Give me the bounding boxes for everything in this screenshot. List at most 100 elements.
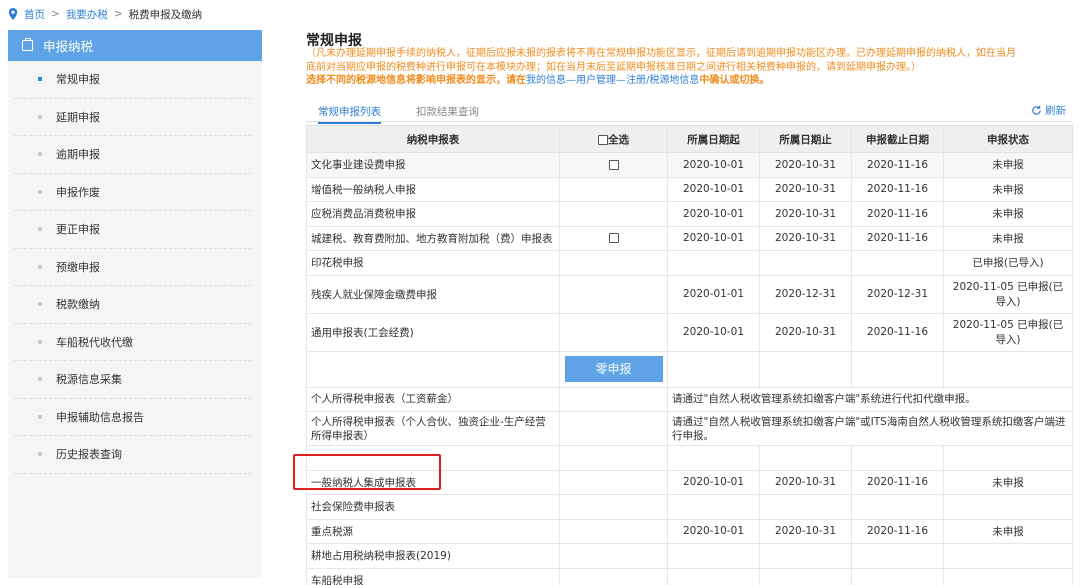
start-date-cell: 2020-10-01 [667,176,760,202]
start-date-cell: 2020-10-01 [667,225,760,251]
sidebar-item[interactable]: 常规申报 [14,61,252,99]
start-date-cell [667,494,760,520]
empty-cell [851,445,944,471]
row-checkbox[interactable] [608,159,619,170]
sidebar-item-label: 预缴申报 [56,260,100,274]
select-all-label: 全选 [608,133,629,146]
select-all-checkbox[interactable] [598,134,608,145]
table-row[interactable]: 城建税、教育费附加、地方教育附加税（费）申报表 2020-10-01 2020-10… [306,225,1073,251]
table-row[interactable]: 耕地占用税纳税申报表(2019) [306,543,1073,569]
table-row[interactable]: 个人所得税申报表（工资薪金） 请通过"自然人税收管理系统扣缴客户端"系统进行代扣代… [306,386,1073,412]
notice-text: （凡未办理延期申报手续的纳税人，征期后应报未报的报表将不再在常规申报功能区显示，… [306,47,1072,74]
end-date-cell [759,567,852,585]
sidebar-item[interactable]: 申报辅助信息报告 [14,399,252,436]
start-date-cell: 2020-10-01 [667,201,760,227]
empty-cell [759,350,852,388]
bullet-icon [38,189,42,194]
refresh-button[interactable]: 刷新 [1031,103,1066,118]
deadline-cell: 2020-11-16 [851,176,944,202]
breadcrumb-link[interactable]: 我要办税 [66,7,108,22]
form-name-cell: 文化事业建设费申报 [306,152,560,178]
bullet-icon [38,114,42,119]
checkbox-cell [559,518,668,544]
end-date-cell: 2020-10-31 [759,176,852,202]
checkbox-cell [559,469,668,495]
table-row[interactable]: 印花税申报 已申报(已导入) [306,250,1073,276]
sidebar-item[interactable]: 申报作废 [14,174,252,211]
form-name-cell: 个人所得税申报表（工资薪金） [306,386,560,412]
bullet-icon [38,264,42,269]
sidebar-item[interactable]: 历史报表查询 [14,436,252,474]
sidebar-item[interactable]: 税源信息采集 [14,361,252,399]
tab-bar: 常规申报列表 扣款结果查询 刷新 [306,102,1072,124]
refresh-label: 刷新 [1045,105,1066,117]
table-row[interactable]: 重点税源 2020-10-01 2020-10-31 2020-11-16 未申报 [306,518,1073,544]
start-date-cell [667,543,760,569]
tab-regular-list[interactable]: 常规申报列表 [318,104,381,124]
sidebar-item[interactable]: 更正申报 [14,211,252,249]
sidebar-header[interactable]: 申报纳税 [8,30,262,61]
column-header: 所属日期止 [759,125,852,153]
table-row[interactable]: 个人所得税申报表（个人合伙、独资企业-生产经营所得申报表） 请通过"自然人税收管理… [306,411,1073,446]
status-cell: 未申报 [943,518,1073,544]
zero-declaration-button[interactable]: 零申报 [564,356,663,382]
form-name-cell: 增值税一般纳税人申报 [306,176,560,202]
bullet-icon [38,377,42,382]
table-row[interactable]: 通用申报表(工会经费) 2020-10-01 2020-10-31 2020-11-1… [306,312,1073,352]
status-cell: 已申报(已导入) [943,250,1073,276]
form-name-cell: 个人所得税申报表（个人合伙、独资企业-生产经营所得申报表） [306,411,560,446]
source-notice-text: 选择不同的税源地信息将影响申报表的显示，请在 [306,75,526,86]
table-row: 零申报 [306,350,1073,388]
end-date-cell: 2020-10-31 [759,225,852,251]
select-all-header[interactable]: 全选 [559,125,668,153]
start-date-cell: 2020-10-01 [667,469,760,495]
sidebar-item[interactable]: 延期申报 [14,99,252,136]
status-cell: 未申报 [943,469,1073,495]
tab-deduction-query[interactable]: 扣款结果查询 [416,104,479,119]
deadline-cell [851,250,944,276]
sidebar-item[interactable]: 预缴申报 [14,249,252,286]
start-date-cell [667,250,760,276]
table-row[interactable]: 文化事业建设费申报 2020-10-01 2020-10-31 2020-11-16 未… [306,152,1073,178]
form-name-cell: 通用申报表(工会经费) [306,312,560,352]
status-cell [943,494,1073,520]
sidebar-item[interactable]: 税款缴纳 [14,286,252,324]
status-cell: 2020-11-05 已申报(已导入) [943,312,1073,352]
bullet-icon [38,414,42,419]
sidebar-item-label: 车船税代收代缴 [56,335,133,349]
end-date-cell: 2020-10-31 [759,518,852,544]
start-date-cell [667,567,760,585]
empty-cell [306,350,560,388]
empty-cell [559,386,668,412]
user-info-link[interactable]: 我的信息—用户管理—注册/税源地信息 [526,75,699,86]
deadline-cell: 2020-11-16 [851,201,944,227]
column-header: 纳税申报表 [306,125,560,153]
deadline-cell: 2020-11-16 [851,312,944,352]
checkbox-cell [559,543,668,569]
end-date-cell: 2020-12-31 [759,274,852,314]
highlight-box [293,454,441,490]
form-name-cell: 重点税源 [306,518,560,544]
empty-cell [559,411,668,446]
form-name-cell: 车船税申报 [306,567,560,585]
table-row[interactable]: 车船税申报 [306,567,1073,585]
sidebar-header-label: 申报纳税 [43,39,94,54]
deadline-cell: 2020-12-31 [851,274,944,314]
table-row[interactable]: 社会保险费申报表 [306,494,1073,520]
checkbox-cell [559,225,668,251]
empty-cell [943,350,1073,388]
table-row[interactable]: 应税消费品消费税申报 2020-10-01 2020-10-31 2020-11-16… [306,201,1073,227]
empty-cell [667,445,760,471]
table-row[interactable]: 增值税一般纳税人申报 2020-10-01 2020-10-31 2020-11-16… [306,176,1073,202]
column-header: 申报截止日期 [851,125,944,153]
row-checkbox[interactable] [608,233,619,244]
form-name-cell: 残疾人就业保障金缴费申报 [306,274,560,314]
sidebar-item[interactable]: 车船税代收代缴 [14,324,252,361]
start-date-cell: 2020-10-01 [667,152,760,178]
breadcrumb-home-link[interactable]: 首页 [24,7,45,22]
table-row[interactable]: 残疾人就业保障金缴费申报 2020-01-01 2020-12-31 2020-12-… [306,274,1073,314]
sidebar-item-label: 常规申报 [56,73,100,87]
sidebar-item[interactable]: 逾期申报 [14,136,252,174]
form-name-cell: 社会保险费申报表 [306,494,560,520]
breadcrumb: 首页 > 我要办税 > 税费申报及缴纳 [8,6,202,22]
